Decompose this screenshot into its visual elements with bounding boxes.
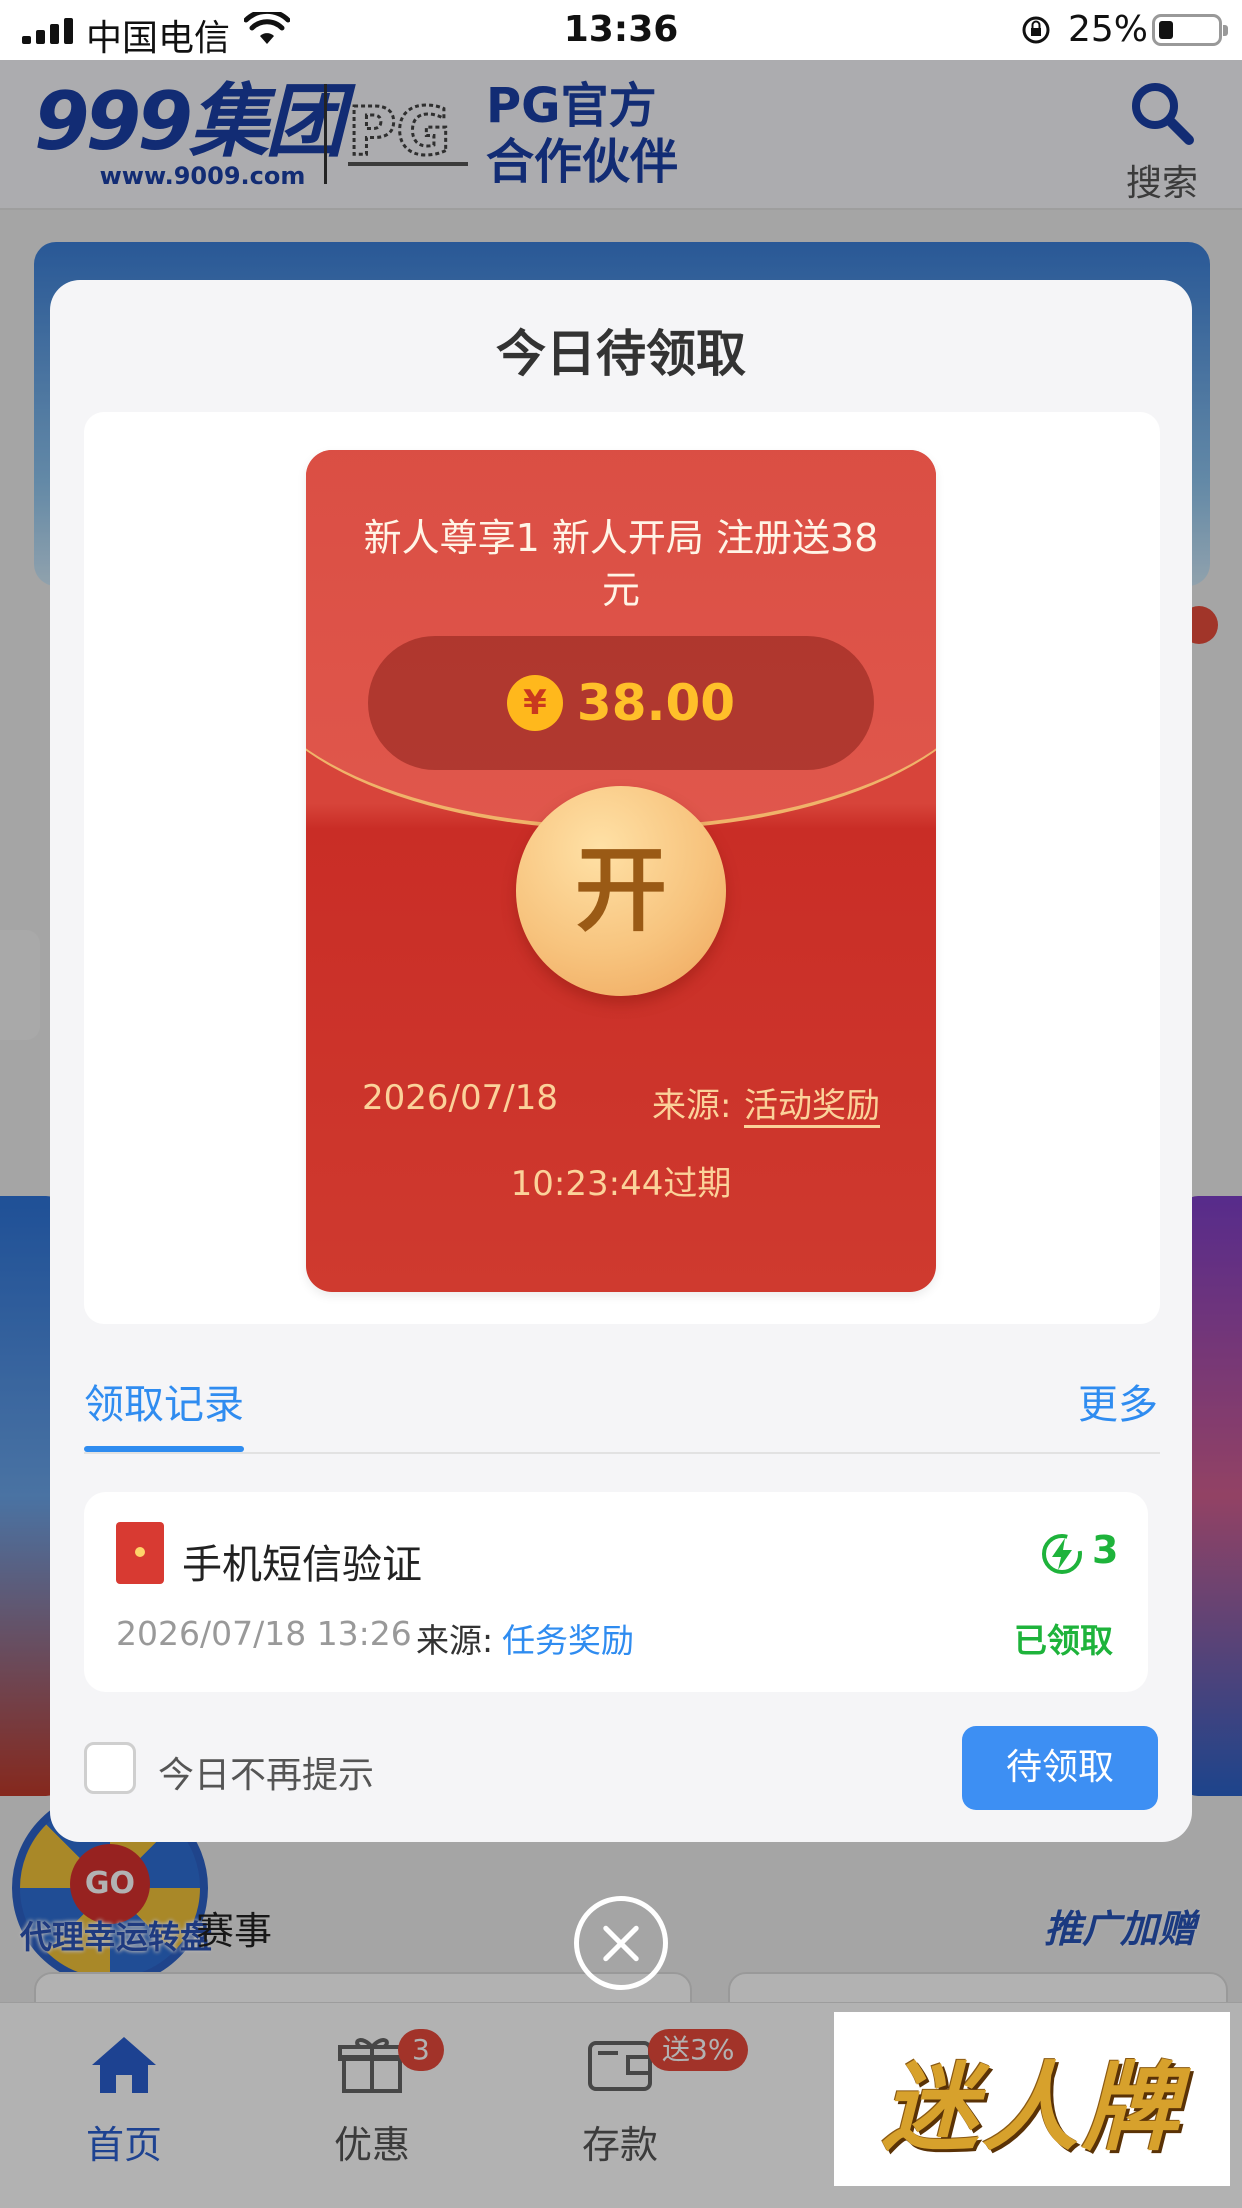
close-dialog-button[interactable] bbox=[574, 1896, 668, 1990]
open-envelope-button[interactable]: 开 bbox=[516, 786, 726, 996]
dont-remind-label[interactable]: 今日不再提示 bbox=[158, 1746, 374, 1798]
battery-percent: 25% bbox=[1068, 9, 1149, 50]
record-source-label: 来源: bbox=[416, 1621, 494, 1660]
red-envelope-icon bbox=[116, 1522, 164, 1584]
battery-icon bbox=[1152, 14, 1228, 46]
envelope-title: 新人尊享1 新人开局 注册送38元 bbox=[363, 516, 879, 612]
energy-bolt-icon bbox=[1042, 1534, 1082, 1574]
clock: 13:36 bbox=[563, 9, 679, 50]
record-title: 手机短信验证 bbox=[182, 1542, 422, 1588]
claim-record-item[interactable]: 手机短信验证 3 2026/07/18 13:26 来源: 任务奖励 已领取 bbox=[84, 1492, 1148, 1692]
record-status-badge: 已领取 bbox=[1014, 1621, 1113, 1660]
tab-divider bbox=[84, 1452, 1160, 1454]
envelope-expiry: 10:23:44过期 bbox=[510, 1164, 732, 1204]
yen-coin-icon: ¥ bbox=[506, 675, 563, 731]
envelope-amount-pill: ¥ 38.00 bbox=[368, 636, 874, 770]
record-source-link[interactable]: 任务奖励 bbox=[502, 1614, 634, 1662]
dont-remind-checkbox[interactable] bbox=[84, 1742, 136, 1794]
active-tab-indicator bbox=[84, 1446, 244, 1452]
watermark-logo: 迷人牌 bbox=[834, 2012, 1230, 2186]
record-count: 3 bbox=[1092, 1528, 1119, 1572]
more-link[interactable]: 更多 bbox=[1078, 1372, 1158, 1430]
rotation-lock-icon bbox=[1022, 16, 1050, 44]
dialog-title: 今日待领取 bbox=[496, 325, 746, 383]
envelope-date: 2026/07/18 bbox=[362, 1078, 558, 1118]
envelope-amount: 38.00 bbox=[576, 674, 736, 732]
envelope-source-label: 来源: bbox=[652, 1086, 732, 1126]
tab-claim-records[interactable]: 领取记录 bbox=[84, 1372, 244, 1430]
status-bar: 中国电信 13:36 25% bbox=[0, 0, 1242, 60]
envelope-source-link[interactable]: 活动奖励 bbox=[744, 1078, 880, 1127]
red-envelope[interactable]: 新人尊享1 新人开局 注册送38元 ¥ 38.00 开 2026/07/18 来… bbox=[306, 450, 936, 1292]
pending-claim-button[interactable]: 待领取 bbox=[962, 1726, 1158, 1810]
watermark-text: 迷人牌 bbox=[882, 2050, 1182, 2164]
record-datetime: 2026/07/18 13:26 bbox=[116, 1614, 412, 1653]
